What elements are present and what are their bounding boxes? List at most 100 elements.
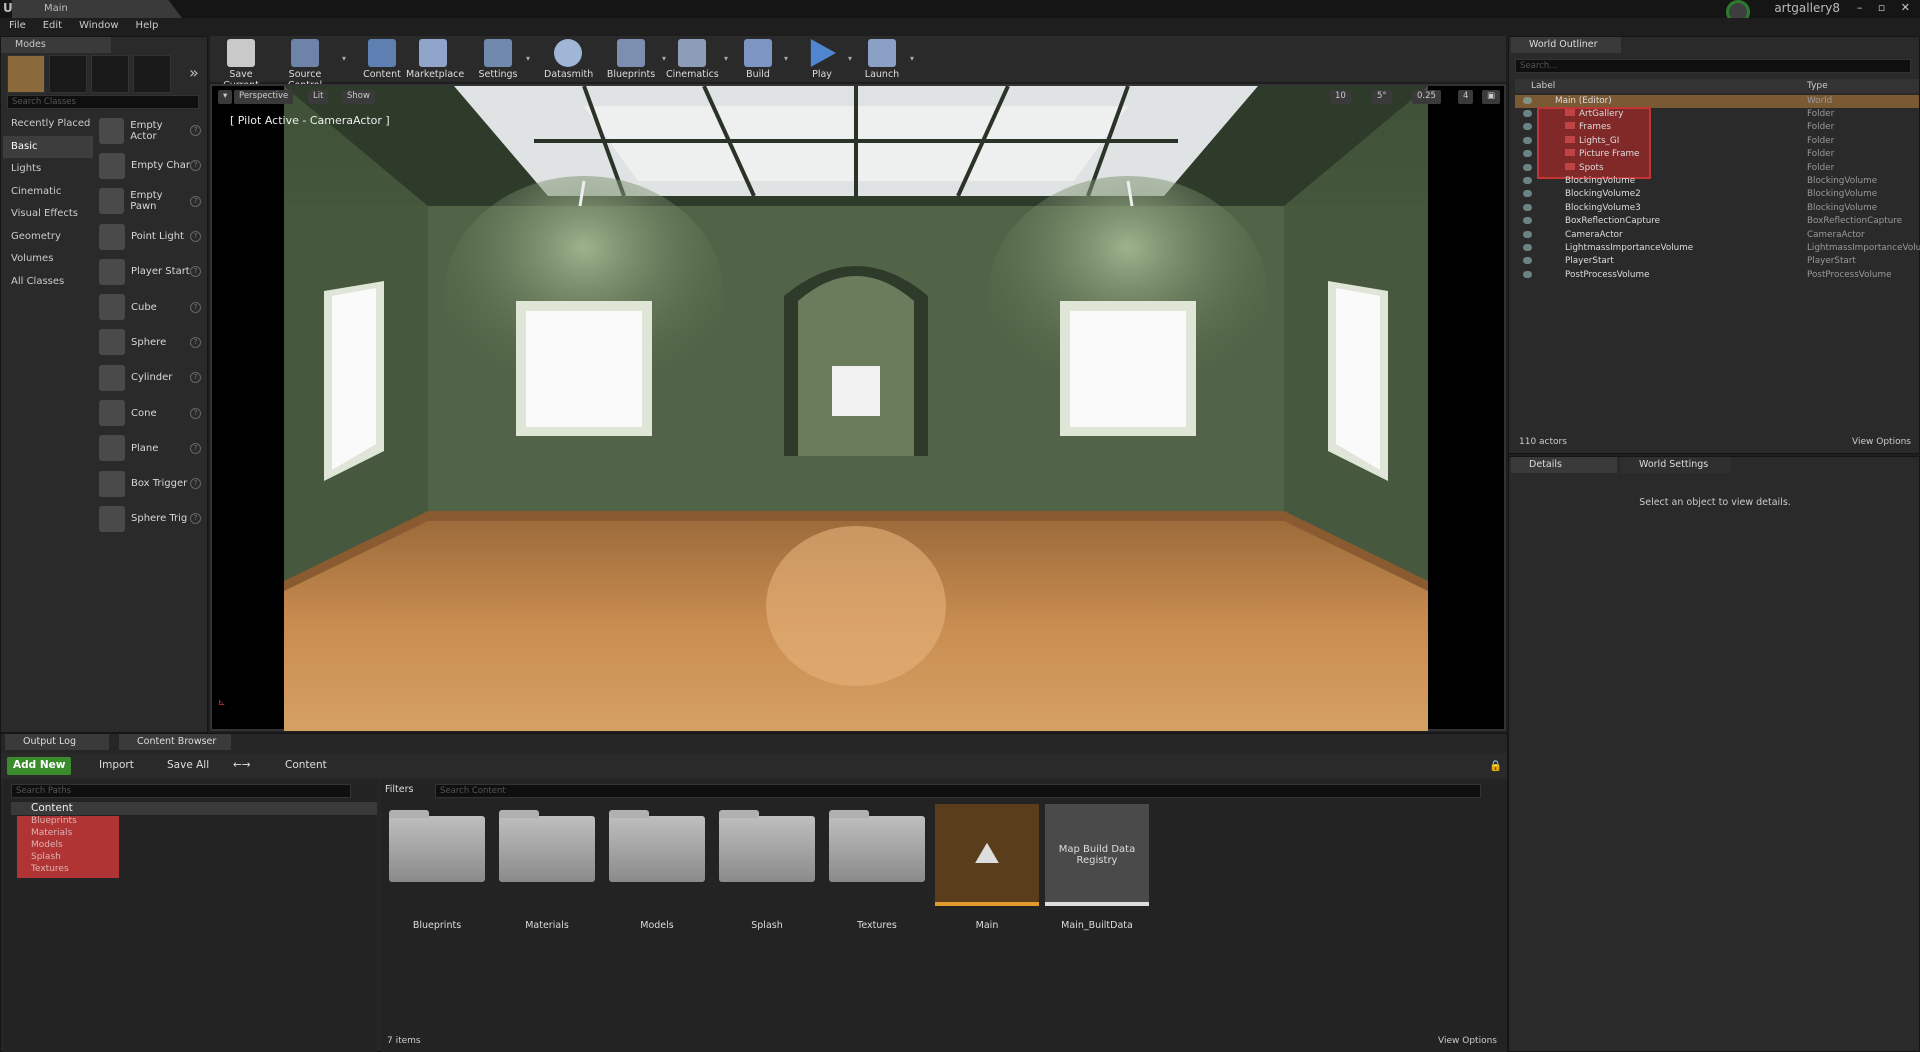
search-content-input[interactable]: Search Content — [435, 784, 1481, 798]
rotation-snap-button[interactable]: 5° — [1372, 90, 1392, 104]
outliner-row-world[interactable]: Main (Editor) World — [1515, 95, 1919, 109]
show-button[interactable]: Show — [342, 90, 375, 104]
place-mode-icon[interactable] — [7, 55, 45, 93]
class-item[interactable]: Point Light? — [93, 219, 205, 254]
menu-window[interactable]: Window — [70, 18, 126, 31]
outliner-row-folder[interactable]: Frames Folder — [1515, 121, 1919, 134]
launch-button[interactable]: Launch ▾ — [860, 36, 914, 82]
tree-root-content[interactable]: Content — [11, 802, 377, 815]
visibility-icon[interactable] — [1523, 190, 1532, 198]
outliner-search-input[interactable]: Search... — [1515, 59, 1911, 73]
visibility-icon[interactable] — [1523, 244, 1532, 251]
visibility-icon[interactable] — [1523, 217, 1532, 225]
class-item[interactable]: Cone? — [93, 395, 205, 430]
outliner-row-folder[interactable]: Picture Frame Folder — [1515, 148, 1919, 161]
build-button[interactable]: Build ▾ — [738, 36, 788, 82]
chevron-down-icon[interactable]: ▾ — [724, 54, 728, 63]
grid-snap-button[interactable]: 10 — [1330, 90, 1351, 104]
help-icon[interactable]: ? — [190, 372, 201, 384]
class-item[interactable]: Empty Actor? — [93, 113, 205, 148]
tree-folder-splash[interactable]: Splash — [17, 852, 119, 864]
settings-button[interactable]: Settings ▾ — [476, 36, 530, 82]
tree-folder-materials[interactable]: Materials — [17, 828, 119, 840]
help-icon[interactable]: ? — [190, 442, 201, 454]
lit-button[interactable]: Lit — [308, 90, 329, 104]
add-new-button[interactable]: Add New — [7, 757, 72, 775]
world-settings-tab[interactable]: World Settings — [1621, 457, 1731, 473]
help-icon[interactable]: ? — [190, 301, 201, 313]
outliner-row-folder[interactable]: ArtGallery Folder — [1515, 108, 1919, 121]
back-arrow-icon[interactable]: ←→ — [227, 757, 257, 775]
help-icon[interactable]: ? — [190, 513, 201, 525]
paint-mode-icon[interactable] — [49, 55, 87, 93]
outliner-row[interactable]: BoxReflectionCapture BoxReflectionCapture — [1515, 215, 1919, 228]
viewport-scene[interactable] — [284, 86, 1428, 731]
class-item[interactable]: Sphere? — [93, 325, 205, 360]
import-button[interactable]: Import — [93, 757, 140, 775]
search-paths-input[interactable]: Search Paths — [11, 784, 351, 798]
window-controls[interactable]: – ▫ ✕ — [1857, 1, 1916, 14]
viewport-menu-button[interactable]: ▾ — [218, 90, 233, 104]
category-visual-effects[interactable]: Visual Effects — [3, 203, 93, 226]
play-button[interactable]: Play ▾ — [802, 36, 852, 82]
class-item[interactable]: Cylinder? — [93, 360, 205, 395]
content-button[interactable]: Content — [362, 36, 402, 82]
outliner-row[interactable]: BlockingVolume3 BlockingVolume — [1515, 202, 1919, 215]
outliner-row-folder[interactable]: Lights_GI Folder — [1515, 135, 1919, 148]
blueprints-button[interactable]: Blueprints ▾ — [606, 36, 666, 82]
outliner-row[interactable]: BlockingVolume BlockingVolume — [1515, 175, 1919, 188]
outliner-row[interactable]: CameraActor CameraActor — [1515, 229, 1919, 242]
help-icon[interactable]: ? — [190, 407, 201, 419]
help-icon[interactable]: ? — [190, 125, 202, 137]
chevron-down-icon[interactable]: ▾ — [342, 54, 346, 63]
menu-file[interactable]: File — [0, 18, 34, 31]
category-all-classes[interactable]: All Classes — [3, 271, 93, 294]
details-tab[interactable]: Details — [1511, 457, 1617, 473]
help-icon[interactable]: ? — [190, 478, 201, 490]
chevron-down-icon[interactable]: ▾ — [910, 54, 914, 63]
source-control-button[interactable]: Source Control▾ — [274, 36, 346, 91]
datasmith-button[interactable]: Datasmith — [544, 36, 593, 82]
chevron-down-icon[interactable]: ▾ — [784, 54, 788, 63]
lock-icon[interactable]: 🔒 — [1483, 757, 1508, 775]
help-icon[interactable]: ? — [190, 336, 201, 348]
outliner-row[interactable]: LightmassImportanceVolume LightmassImport… — [1515, 242, 1920, 255]
category-recently-placed[interactable]: Recently Placed — [3, 113, 93, 136]
visibility-icon[interactable] — [1523, 110, 1532, 117]
asset-folder[interactable]: Models — [605, 804, 709, 931]
camera-speed-button[interactable]: 4 — [1458, 90, 1474, 104]
asset-folder[interactable]: Materials — [495, 804, 599, 931]
modes-tab[interactable]: Modes — [1, 37, 111, 53]
help-icon[interactable]: ? — [190, 266, 201, 278]
type-column-header[interactable]: Type — [1807, 81, 1828, 91]
category-cinematic[interactable]: Cinematic — [3, 181, 93, 204]
chevron-down-icon[interactable]: ▾ — [848, 54, 852, 63]
tree-folder-blueprints[interactable]: Blueprints — [17, 816, 119, 828]
category-volumes[interactable]: Volumes — [3, 248, 93, 271]
category-basic[interactable]: Basic — [3, 135, 93, 158]
content-breadcrumb[interactable]: Content — [279, 757, 333, 775]
class-item[interactable]: Cube? — [93, 289, 205, 324]
asset-map-build-data[interactable]: Map Build Data Registry Main_BuiltData — [1045, 804, 1149, 931]
visibility-icon[interactable] — [1523, 203, 1532, 211]
content-browser-tab[interactable]: Content Browser — [119, 734, 231, 750]
perspective-button[interactable]: Perspective — [234, 90, 294, 104]
label-column-header[interactable]: Label — [1531, 81, 1555, 91]
asset-map[interactable]: ⛰ Main — [935, 804, 1039, 931]
chevron-down-icon[interactable]: ▾ — [526, 54, 530, 63]
asset-folder[interactable]: Textures — [825, 804, 929, 931]
world-outliner-tab[interactable]: World Outliner — [1511, 37, 1621, 53]
visibility-icon[interactable] — [1523, 150, 1532, 158]
foliage-mode-icon[interactable] — [133, 55, 171, 93]
level-tab[interactable]: Main — [12, 0, 182, 18]
search-classes-input[interactable]: Search Classes — [7, 95, 199, 109]
save-current-button[interactable]: Save Current — [214, 36, 268, 91]
visibility-icon[interactable] — [1523, 97, 1532, 104]
visibility-icon[interactable] — [1523, 257, 1532, 265]
asset-folder[interactable]: Blueprints — [385, 804, 489, 931]
visibility-icon[interactable] — [1523, 270, 1532, 278]
category-lights[interactable]: Lights — [3, 158, 93, 181]
level-viewport[interactable]: ▾ Perspective Lit Show 10 5° 0.25 4 ▣ [ … — [210, 84, 1506, 731]
class-item[interactable]: Plane? — [93, 431, 205, 466]
tree-folder-models[interactable]: Models — [17, 840, 119, 852]
